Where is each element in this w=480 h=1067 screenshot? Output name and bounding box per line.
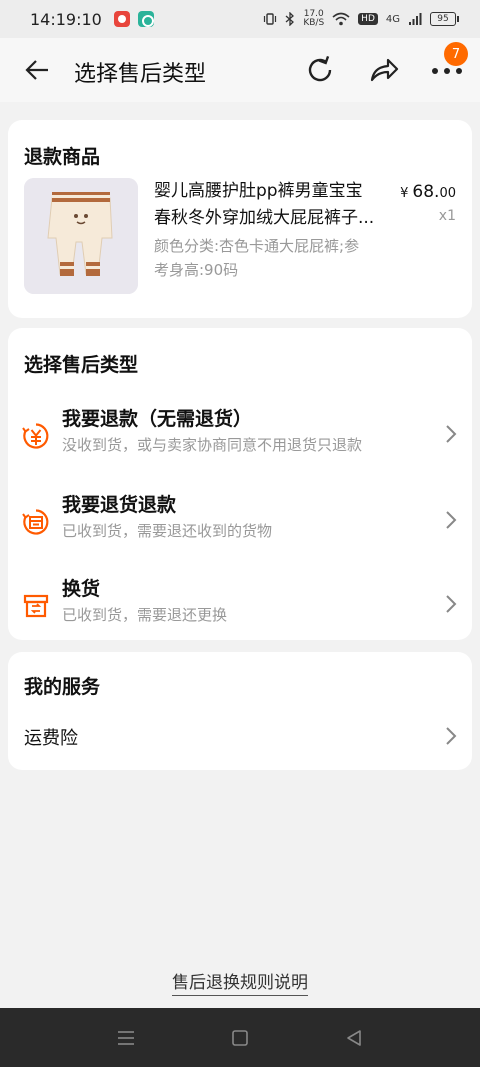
my-services-card: 我的服务 运费险 (8, 652, 472, 770)
service-item-freight-insurance[interactable]: 运费险 (8, 712, 472, 760)
exchange-box-icon (23, 594, 49, 618)
page-title: 选择售后类型 (74, 62, 207, 87)
option-refund-only-subtitle: 没收到货，或与卖家协商同意不用退货只退款 (62, 436, 363, 454)
signal-label: 4G (385, 13, 400, 25)
rules-link-container: 售后退换规则说明 (0, 968, 480, 996)
chevron-right-icon (446, 595, 457, 613)
menu-icon[interactable] (116, 1028, 136, 1048)
share-icon[interactable] (368, 54, 400, 86)
product-image[interactable] (24, 178, 138, 294)
hd-badge: HD (358, 13, 378, 25)
battery-icon: 95 (430, 12, 459, 26)
option-exchange[interactable]: 换货 已收到货，需要退还更换 (8, 572, 472, 642)
product-quantity: x1 (438, 208, 456, 224)
vibrate-icon (264, 13, 277, 25)
product-name-line1: 婴儿高腰护肚pp裤男童宝宝 (154, 181, 363, 201)
product-name[interactable]: 婴儿高腰护肚pp裤男童宝宝 春秋冬外穿加绒大屁屁裤子... (154, 178, 394, 232)
type-section-title: 选择售后类型 (24, 354, 139, 376)
status-time: 14:19:10 (30, 9, 102, 29)
network-speed-unit: KB/S (303, 18, 325, 28)
refresh-icon[interactable] (304, 54, 336, 86)
option-refund-only-title: 我要退款（无需退货） (62, 408, 253, 430)
service-item-label: 运费险 (24, 728, 78, 749)
chevron-right-icon (446, 425, 457, 443)
bluetooth-icon (285, 12, 295, 26)
chevron-right-icon (446, 727, 457, 745)
product-name-line2: 春秋冬外穿加绒大屁屁裤子... (154, 208, 375, 228)
refund-product-card: 退款商品 婴儿高腰护肚pp裤男童宝宝 春秋冬外穿加绒大屁屁裤子... 颜色分类:… (8, 120, 472, 318)
services-section-title: 我的服务 (24, 676, 101, 698)
back-triangle-icon[interactable] (344, 1028, 364, 1048)
back-arrow-icon[interactable] (24, 58, 50, 82)
notification-chat-icon (137, 11, 154, 27)
after-sales-type-card: 选择售后类型 我要退款（无需退货） 没收到货，或与卖家协商同意不用退货只退款 我… (8, 328, 472, 640)
signal-icon (409, 13, 422, 25)
option-return-refund-title: 我要退货退款 (62, 494, 177, 516)
price-cents: 00 (439, 186, 456, 201)
network-speed: 17.0 KB/S (303, 10, 324, 28)
price-main: 68. (412, 182, 440, 202)
product-spec-line1: 颜色分类:杏色卡通大屁屁裤;参 (154, 237, 360, 255)
after-sales-rules-link[interactable]: 售后退换规则说明 (172, 973, 308, 996)
product-spec: 颜色分类:杏色卡通大屁屁裤;参 考身高:90码 (154, 234, 394, 282)
product-price: ¥68.00 (400, 182, 456, 202)
price-symbol: ¥ (400, 186, 409, 201)
wifi-icon (332, 12, 350, 26)
option-exchange-title: 换货 (62, 578, 101, 600)
chevron-right-icon (446, 511, 457, 529)
battery-level: 95 (437, 14, 449, 24)
option-return-refund-subtitle: 已收到货，需要退还收到的货物 (62, 522, 273, 540)
home-icon[interactable] (230, 1028, 250, 1048)
more-badge: 7 (444, 42, 468, 66)
option-return-refund[interactable]: 我要退货退款 已收到货，需要退还收到的货物 (8, 488, 472, 558)
status-bar: 14:19:10 17.0 KB/S HD 4G 95 (0, 0, 480, 38)
status-indicators: 17.0 KB/S HD 4G 95 (263, 10, 459, 28)
option-refund-only[interactable]: 我要退款（无需退货） 没收到货，或与卖家协商同意不用退货只退款 (8, 402, 472, 472)
product-image-art (24, 178, 138, 294)
notification-app-icon (113, 11, 130, 27)
nav-bar: 选择售后类型 (0, 38, 480, 102)
refund-section-title: 退款商品 (24, 146, 101, 168)
yen-refund-icon (22, 423, 49, 449)
return-box-icon (22, 509, 49, 535)
option-exchange-subtitle: 已收到货，需要退还更换 (62, 606, 228, 624)
product-spec-line2: 考身高:90码 (154, 261, 239, 279)
system-nav-bar (0, 1008, 480, 1067)
